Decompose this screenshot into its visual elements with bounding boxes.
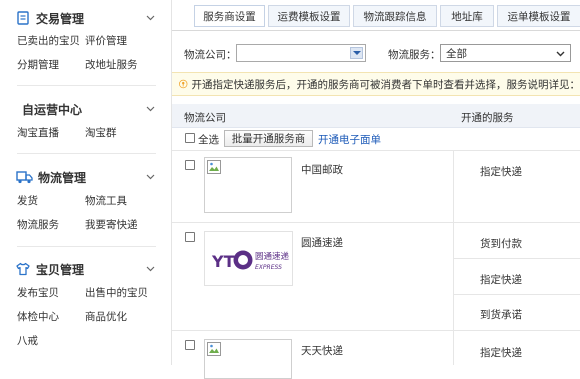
divider bbox=[172, 150, 580, 151]
row-checkbox[interactable] bbox=[185, 160, 195, 170]
service-item: 指定快递 bbox=[480, 345, 522, 360]
batch-enable-button[interactable]: 批量开通服务商 bbox=[224, 130, 313, 147]
service-filter-label: 物流服务： bbox=[388, 47, 441, 62]
shirt-icon bbox=[16, 262, 30, 276]
tab-address-book[interactable]: 地址库 bbox=[440, 5, 494, 27]
company-name: 圆通速递 bbox=[301, 235, 343, 250]
column-header-services: 开通的服务 bbox=[461, 110, 514, 125]
sidebar-section-header[interactable]: 自运营中心 bbox=[22, 100, 82, 118]
divider bbox=[453, 150, 454, 222]
sidebar-section-title: 自运营中心 bbox=[22, 101, 82, 118]
sidebar-link-taobao-live[interactable]: 淘宝直播 bbox=[17, 125, 59, 140]
sidebar-link-taobao-group[interactable]: 淘宝群 bbox=[85, 125, 117, 140]
company-filter-label: 物流公司： bbox=[184, 47, 237, 62]
yto-logo: YTO 圆通速递 EXPRESS bbox=[205, 232, 294, 287]
divider bbox=[453, 258, 580, 259]
broken-image-icon bbox=[207, 160, 221, 174]
sidebar-link-publish-item[interactable]: 发布宝贝 bbox=[17, 285, 59, 300]
company-select[interactable] bbox=[236, 44, 366, 62]
tab-provider-settings[interactable]: 服务商设置 bbox=[194, 5, 265, 27]
main-panel: 服务商设置 运费模板设置 物流跟踪信息 地址库 运单模板设置 物流公司： 物流服… bbox=[172, 0, 580, 365]
sidebar-link-logistics-services[interactable]: 物流服务 bbox=[17, 217, 59, 232]
divider bbox=[17, 85, 156, 86]
select-all-checkbox[interactable] bbox=[185, 133, 195, 143]
service-select-value: 全部 bbox=[446, 46, 467, 61]
divider bbox=[172, 330, 580, 331]
sidebar-link-items-on-sale[interactable]: 出售中的宝贝 bbox=[85, 285, 148, 300]
chevron-down-icon[interactable] bbox=[146, 264, 155, 273]
company-name: 天天快递 bbox=[301, 343, 343, 358]
company-logo bbox=[204, 157, 292, 213]
sidebar-link-item-optimization[interactable]: 商品优化 bbox=[85, 309, 127, 324]
divider bbox=[172, 222, 580, 223]
company-logo bbox=[204, 339, 292, 379]
yto-logo-text: 圆通速递 bbox=[255, 251, 290, 262]
sidebar-link-ship[interactable]: 发货 bbox=[17, 193, 38, 208]
sidebar-link-logistics-tools[interactable]: 物流工具 bbox=[85, 193, 127, 208]
broken-image-icon bbox=[207, 342, 221, 356]
sidebar-link-bajie[interactable]: 八戒 bbox=[17, 333, 38, 348]
sidebar-link-change-address[interactable]: 改地址服务 bbox=[85, 57, 138, 72]
sidebar-link-health-center[interactable]: 体检中心 bbox=[17, 309, 59, 324]
truck-icon bbox=[16, 170, 33, 184]
notice-text: 开通指定快递服务后，开通的服务商可被消费者下单时查看并选择，服务说明详见： bbox=[192, 77, 580, 92]
chevron-down-icon bbox=[556, 49, 565, 58]
enable-e-waybill-link[interactable]: 开通电子面单 bbox=[318, 132, 381, 147]
tab-shipping-template[interactable]: 运费模板设置 bbox=[268, 5, 350, 27]
sidebar-section-header[interactable]: 物流管理 bbox=[16, 168, 86, 186]
select-all-label: 全选 bbox=[198, 132, 219, 147]
notice-bar: 开通指定快递服务后，开通的服务商可被消费者下单时查看并选择，服务说明详见： bbox=[172, 72, 580, 96]
service-item: 货到付款 bbox=[480, 236, 522, 251]
chevron-down-icon[interactable] bbox=[146, 172, 155, 181]
row-checkbox[interactable] bbox=[185, 232, 195, 242]
yto-logo-sub: EXPRESS bbox=[255, 264, 282, 271]
chevron-down-icon[interactable] bbox=[146, 104, 155, 113]
service-select[interactable]: 全部 bbox=[440, 44, 571, 62]
tab-waybill-template[interactable]: 运单模板设置 bbox=[497, 5, 580, 27]
lightbulb-icon bbox=[179, 77, 188, 91]
sidebar-section-title: 宝贝管理 bbox=[36, 261, 84, 278]
sidebar-section-header[interactable]: 交易管理 bbox=[16, 9, 84, 27]
tab-tracking-info[interactable]: 物流跟踪信息 bbox=[353, 5, 437, 27]
sidebar-section-header[interactable]: 宝贝管理 bbox=[16, 260, 84, 278]
row-checkbox[interactable] bbox=[185, 340, 195, 350]
sidebar-section-title: 物流管理 bbox=[38, 169, 86, 186]
divider bbox=[453, 222, 454, 330]
sidebar-link-installments[interactable]: 分期管理 bbox=[17, 57, 59, 72]
sidebar-link-sold-items[interactable]: 已卖出的宝贝 bbox=[17, 33, 80, 48]
document-icon bbox=[16, 11, 30, 25]
chevron-down-icon bbox=[350, 47, 363, 59]
sidebar-link-send-express[interactable]: 我要寄快递 bbox=[85, 217, 138, 232]
table-header: 物流公司 开通的服务 bbox=[172, 104, 580, 128]
service-item: 指定快递 bbox=[480, 272, 522, 287]
company-name: 中国邮政 bbox=[301, 162, 343, 177]
column-header-company: 物流公司 bbox=[184, 110, 226, 125]
divider bbox=[453, 294, 580, 295]
sidebar: 交易管理 已卖出的宝贝 评价管理 分期管理 改地址服务 自运营中心 淘宝直播 淘… bbox=[0, 0, 172, 365]
divider bbox=[17, 246, 156, 247]
sidebar-link-reviews[interactable]: 评价管理 bbox=[85, 33, 127, 48]
service-item: 到货承诺 bbox=[480, 307, 522, 322]
sidebar-section-title: 交易管理 bbox=[36, 10, 84, 27]
company-logo: YTO 圆通速递 EXPRESS bbox=[204, 231, 293, 286]
divider bbox=[17, 153, 156, 154]
service-item: 指定快递 bbox=[480, 164, 522, 179]
chevron-down-icon[interactable] bbox=[146, 13, 155, 22]
tab-bar: 服务商设置 运费模板设置 物流跟踪信息 地址库 运单模板设置 bbox=[172, 0, 580, 31]
divider bbox=[453, 330, 454, 365]
